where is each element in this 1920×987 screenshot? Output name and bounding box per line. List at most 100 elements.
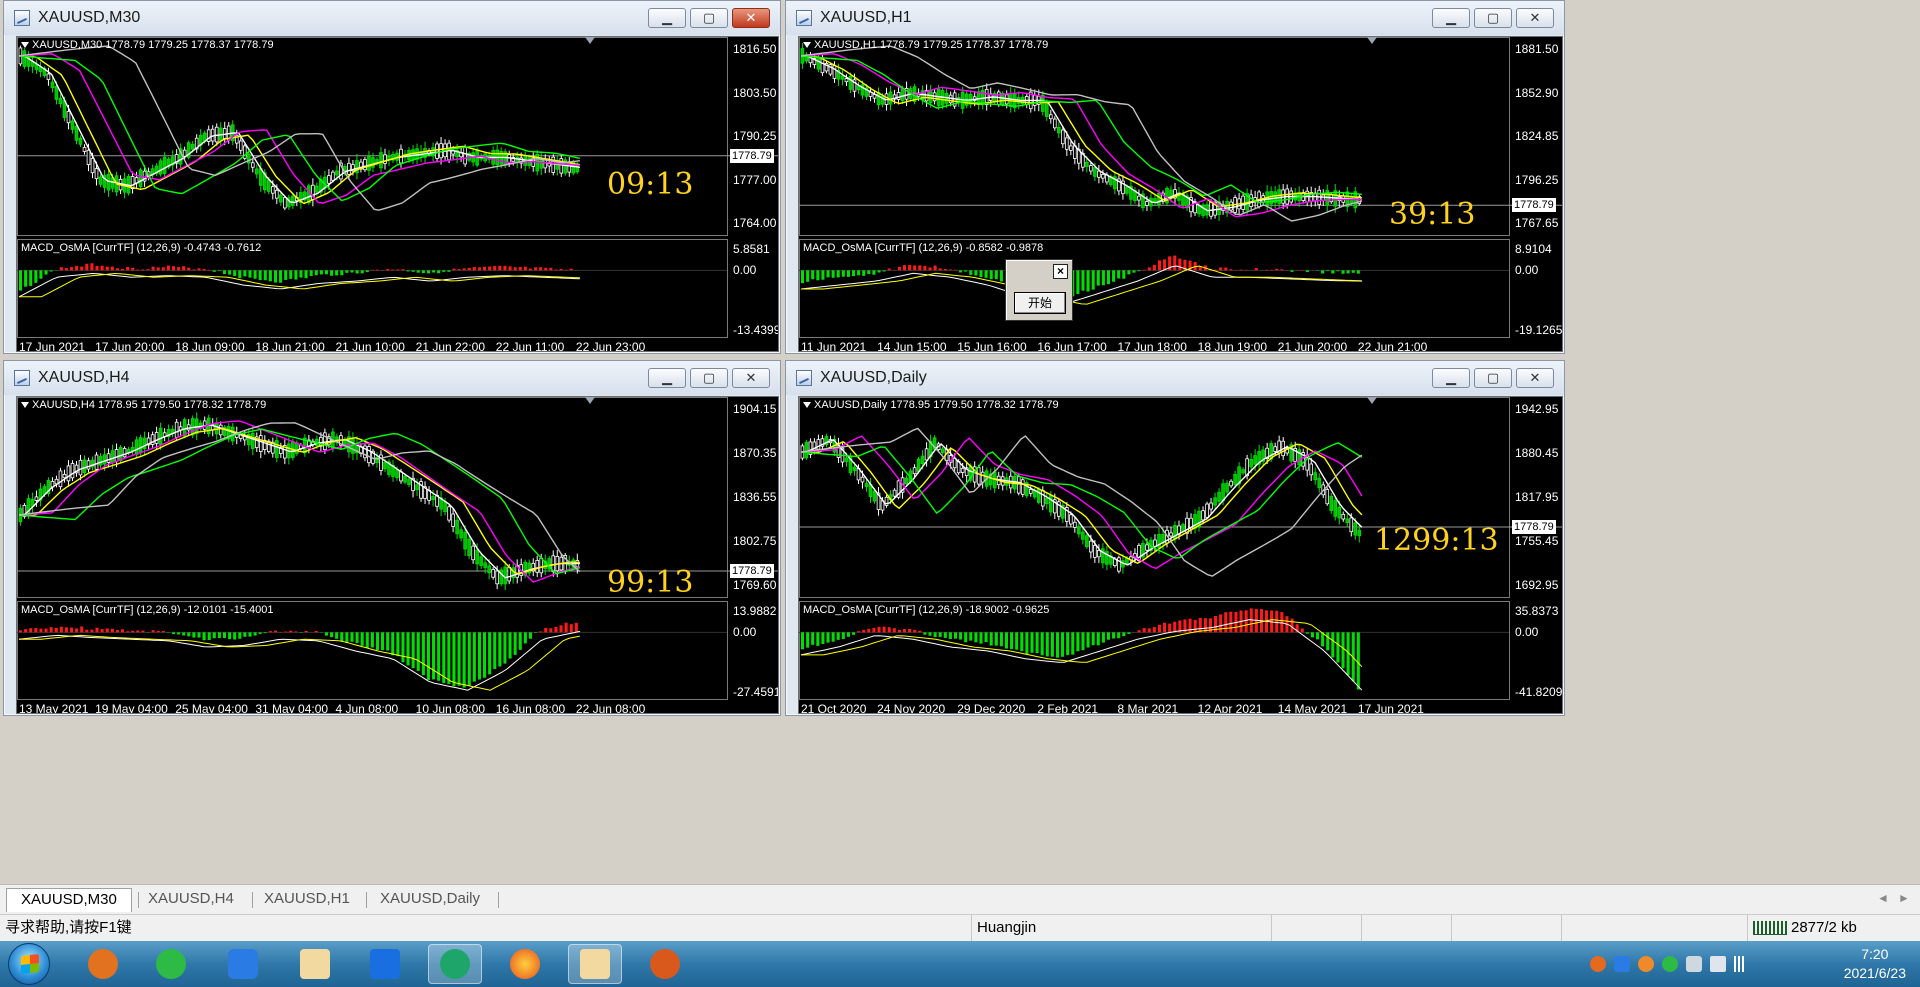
tray-network-icon[interactable] bbox=[1686, 956, 1702, 972]
title-bar[interactable]: XAUUSD,M30 ▁ ▢ ✕ bbox=[4, 1, 780, 35]
taskbar-wechat[interactable] bbox=[144, 944, 198, 984]
tab-xauusd-daily[interactable]: XAUUSD,Daily bbox=[366, 888, 494, 912]
macd-histogram-bar bbox=[923, 265, 927, 271]
macd-histogram-bar bbox=[24, 629, 28, 633]
chart-shift-marker-icon[interactable] bbox=[1367, 37, 1377, 44]
tab-scroll-right-icon[interactable]: ► bbox=[1898, 891, 1910, 905]
taskbar-active-app[interactable] bbox=[428, 944, 482, 984]
macd-histogram-bar bbox=[974, 632, 978, 643]
taskbar-foxmail[interactable] bbox=[76, 944, 130, 984]
maximize-button[interactable]: ▢ bbox=[690, 368, 728, 388]
macd-histogram-bar bbox=[1229, 611, 1233, 633]
close-button[interactable]: ✕ bbox=[732, 368, 770, 388]
chart-app-icon bbox=[300, 949, 330, 979]
tray-signal-icon[interactable] bbox=[1734, 956, 1750, 972]
current-price-tag: 1778.79 bbox=[1512, 520, 1556, 534]
system-clock[interactable]: 7:20 2021/6/23 bbox=[1844, 945, 1906, 983]
macd-histogram-bar bbox=[309, 270, 313, 276]
collapse-triangle-icon[interactable] bbox=[21, 402, 29, 409]
macd-histogram-bar bbox=[549, 628, 553, 633]
macd-histogram-bar bbox=[811, 270, 815, 280]
chart-area[interactable]: XAUUSD,H1 1778.79 1779.25 1778.37 1778.7… bbox=[798, 36, 1563, 352]
chart-shift-marker-icon[interactable] bbox=[1367, 397, 1377, 404]
chart-area[interactable]: XAUUSD,M30 1778.79 1779.25 1778.37 1778.… bbox=[16, 36, 779, 352]
minimize-button[interactable]: ▁ bbox=[1432, 368, 1470, 388]
dialog-close-button[interactable]: × bbox=[1053, 264, 1068, 279]
tab-xauusd-h4[interactable]: XAUUSD,H4 bbox=[134, 888, 248, 912]
taskbar-terminal-2[interactable] bbox=[568, 944, 622, 984]
title-bar[interactable]: XAUUSD,H1 ▁ ▢ ✕ bbox=[786, 1, 1564, 35]
maximize-button[interactable]: ▢ bbox=[690, 8, 728, 28]
macd-histogram-bar bbox=[100, 265, 104, 271]
candle-body bbox=[138, 437, 143, 454]
taskbar-feishu[interactable] bbox=[216, 944, 270, 984]
minimize-button[interactable]: ▁ bbox=[648, 368, 686, 388]
chart-area[interactable]: XAUUSD,H4 1778.95 1779.50 1778.32 1778.7… bbox=[16, 396, 779, 714]
macd-histogram-bar bbox=[324, 270, 329, 275]
close-button[interactable]: ✕ bbox=[1516, 8, 1554, 28]
tab-scroll-left-icon[interactable]: ◄ bbox=[1877, 891, 1889, 905]
macd-histogram-bar bbox=[857, 631, 861, 633]
candle-body bbox=[1137, 195, 1141, 201]
time-axis-label: 16 Jun 08:00 bbox=[495, 702, 566, 714]
time-axis-label: 24 Nov 2020 bbox=[877, 702, 946, 714]
maximize-button[interactable]: ▢ bbox=[1474, 8, 1512, 28]
tab-xauusd-m30[interactable]: XAUUSD,M30 bbox=[6, 888, 132, 912]
macd-histogram-bar bbox=[989, 270, 993, 280]
macd-histogram-bar bbox=[85, 263, 89, 271]
tab-xauusd-h1[interactable]: XAUUSD,H1 bbox=[250, 888, 364, 912]
candle-body bbox=[1337, 506, 1342, 519]
minimize-button[interactable]: ▁ bbox=[648, 8, 686, 28]
collapse-triangle-icon[interactable] bbox=[803, 42, 811, 49]
tray-wechat-icon[interactable] bbox=[1662, 956, 1678, 972]
macd-histogram-bar bbox=[64, 268, 68, 271]
windows-start-icon[interactable] bbox=[8, 943, 50, 985]
macd-histogram-bar bbox=[1305, 632, 1309, 634]
macd-histogram-bar bbox=[821, 632, 825, 644]
candle-body bbox=[238, 140, 243, 151]
taskbar-raccoon-app[interactable] bbox=[638, 944, 692, 984]
tray-volume-icon[interactable] bbox=[1710, 956, 1726, 972]
candle-body bbox=[1313, 472, 1318, 481]
price-axis-label: 1692.95 bbox=[1515, 578, 1559, 592]
tray-pen-icon[interactable] bbox=[1614, 956, 1630, 972]
macd-histogram-bar bbox=[156, 267, 160, 271]
candle-body bbox=[250, 162, 255, 168]
macd-histogram-bar bbox=[447, 270, 451, 272]
macd-histogram-bar bbox=[207, 269, 211, 271]
macd-histogram-bar bbox=[273, 270, 278, 283]
taskbar-firefox[interactable] bbox=[498, 944, 552, 984]
chart-window-h4[interactable]: XAUUSD,H4 ▁ ▢ ✕ XAUUSD,H4 1778.95 1779.5… bbox=[3, 360, 781, 716]
macd-histogram-bar bbox=[212, 632, 216, 639]
candle-body bbox=[1089, 540, 1093, 553]
chart-shift-marker-icon[interactable] bbox=[585, 37, 595, 44]
macd-histogram-bar bbox=[1219, 267, 1223, 271]
chart-window-m30[interactable]: XAUUSD,M30 ▁ ▢ ✕ XAUUSD,M30 1778.79 1779… bbox=[3, 0, 781, 354]
collapse-triangle-icon[interactable] bbox=[21, 42, 29, 49]
title-bar[interactable]: XAUUSD,Daily ▁ ▢ ✕ bbox=[786, 361, 1564, 395]
taskbar-tencent-meeting[interactable] bbox=[358, 944, 412, 984]
tray-foxmail-icon[interactable] bbox=[1638, 956, 1654, 972]
title-bar[interactable]: XAUUSD,H4 ▁ ▢ ✕ bbox=[4, 361, 780, 395]
chart-shift-marker-icon[interactable] bbox=[585, 397, 595, 404]
tray-app-icon[interactable] bbox=[1590, 956, 1606, 972]
close-button[interactable]: ✕ bbox=[1516, 368, 1554, 388]
macd-histogram-bar bbox=[177, 267, 181, 271]
collapse-triangle-icon[interactable] bbox=[803, 402, 811, 409]
maximize-button[interactable]: ▢ bbox=[1474, 368, 1512, 388]
macd-histogram-bar bbox=[1106, 270, 1111, 285]
candle-body bbox=[912, 467, 917, 475]
price-axis-label: 1881.50 bbox=[1515, 42, 1559, 56]
price-chart-svg[interactable] bbox=[799, 37, 1562, 351]
candle-body bbox=[283, 197, 287, 209]
chart-window-daily[interactable]: XAUUSD,Daily ▁ ▢ ✕ XAUUSD,Daily 1778.95 … bbox=[785, 360, 1565, 716]
chart-area[interactable]: XAUUSD,Daily 1778.95 1779.50 1778.32 177… bbox=[798, 396, 1563, 714]
start-button[interactable]: 开始 bbox=[1014, 292, 1066, 314]
close-button[interactable]: ✕ bbox=[732, 8, 770, 28]
minimize-button[interactable]: ▁ bbox=[1432, 8, 1470, 28]
price-chart-svg[interactable] bbox=[17, 397, 778, 713]
chart-window-h1[interactable]: XAUUSD,H1 ▁ ▢ ✕ XAUUSD,H1 1778.79 1779.2… bbox=[785, 0, 1565, 354]
price-axis-label: 1817.95 bbox=[1515, 490, 1559, 504]
start-dialog[interactable]: × 开始 bbox=[1005, 259, 1073, 321]
taskbar-terminal[interactable] bbox=[288, 944, 342, 984]
